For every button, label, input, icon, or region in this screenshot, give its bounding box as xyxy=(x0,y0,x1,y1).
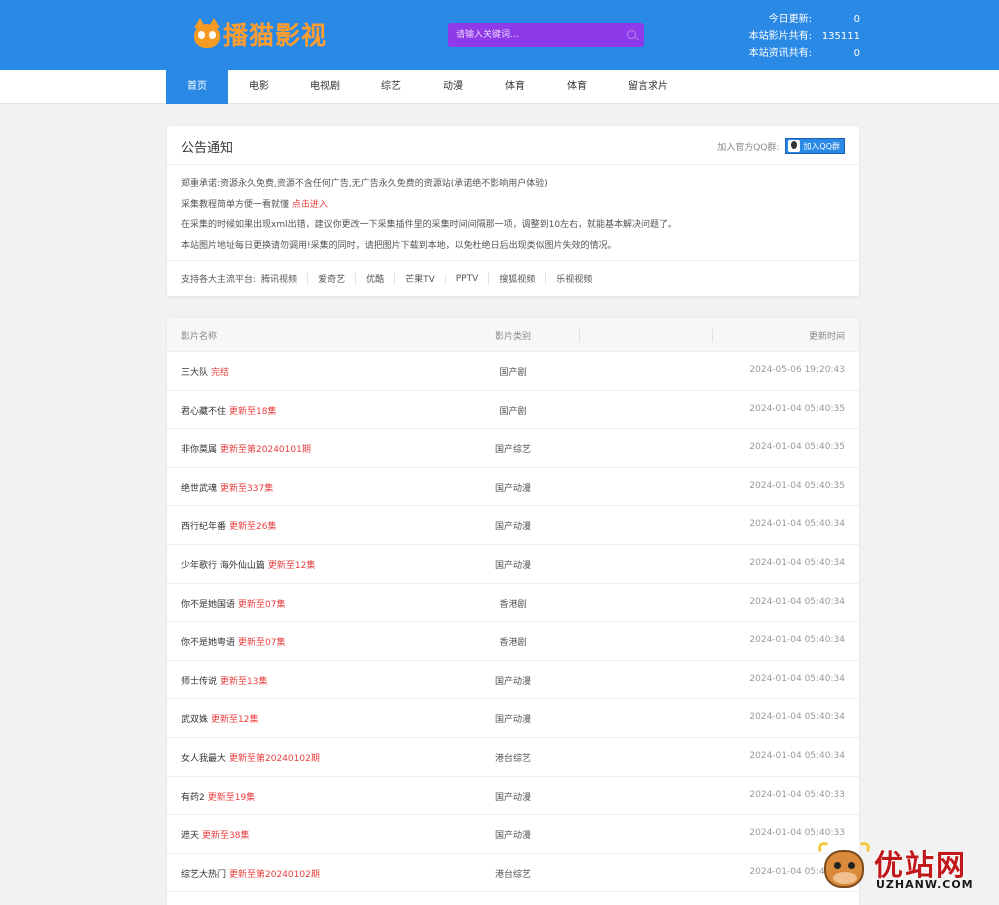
update-time: 2024-01-04 05:40:34 xyxy=(749,673,845,684)
nav-item-sports[interactable]: 体育 xyxy=(484,70,546,104)
notice-line: 采集教程简单方便一看就懂 点击进入 xyxy=(181,195,845,216)
stat-value: 0 xyxy=(853,14,860,25)
update-time: 2024-01-04 05:40:33 xyxy=(749,789,845,800)
column-divider xyxy=(712,327,713,342)
watermark-url: UZHANW.COM xyxy=(876,878,974,891)
site-watermark: 优站网 UZHANW.COM xyxy=(818,840,988,898)
site-logo[interactable]: 播猫影视 xyxy=(193,16,327,52)
stat-total-videos: 本站影片共有: 135111 xyxy=(740,28,860,45)
table-row: 你不是她粤语 更新至07集 香港剧 2024-01-04 05:40:34 xyxy=(167,622,859,661)
platform-tencent: 腾讯视频 xyxy=(261,275,298,285)
table-row: 你不是她国语 更新至07集 香港剧 2024-01-04 05:40:34 xyxy=(167,584,859,623)
column-divider xyxy=(579,327,580,342)
platforms-label: 支持各大主流平台: xyxy=(181,275,257,285)
table-row: 综艺大热门 更新至第20240102期 港台综艺 2024-01-04 05:40:3… xyxy=(167,854,859,893)
platform-sohu: 搜狐视频 xyxy=(488,272,545,285)
search-box xyxy=(448,23,644,47)
update-time: 2024-01-04 05:40:35 xyxy=(749,480,845,491)
update-time: 2024-01-04 05:40:34 xyxy=(749,557,845,568)
stat-label: 本站影片共有: xyxy=(748,31,812,42)
update-time: 2024-05-06 19:20:43 xyxy=(749,365,845,375)
platform-mango: 芒果TV xyxy=(394,272,445,285)
table-row: 师士传说 更新至13集 国产动漫 2024-01-04 05:40:34 xyxy=(167,661,859,700)
table-row: 武双姝 更新至12集 国产动漫 2024-01-04 05:40:34 xyxy=(167,699,859,738)
site-header: 播猫影视 今日更新: 0 本站影片共有: 135111 本站资讯共有: 0 xyxy=(0,0,999,70)
stat-value: 135111 xyxy=(821,31,860,42)
table-row: 有药2 更新至19集 国产动漫 2024-01-04 05:40:33 xyxy=(167,777,859,816)
ox-mascot-icon xyxy=(818,842,870,892)
logo-text: 播猫影视 xyxy=(223,21,328,50)
tutorial-link[interactable]: 点击进入 xyxy=(292,200,328,210)
nav-item-movies[interactable]: 电影 xyxy=(228,70,290,104)
cat-mascot-icon xyxy=(193,18,221,50)
nav-item-anime[interactable]: 动漫 xyxy=(422,70,484,104)
platforms-bar: 支持各大主流平台: 腾讯视频 爱奇艺 优酷 芒果TV PPTV 搜狐视频 乐视视… xyxy=(167,260,859,296)
platform-iqiyi: 爱奇艺 xyxy=(307,272,355,285)
join-qq-label: 加入QQ群 xyxy=(803,141,840,151)
update-time: 2024-01-04 05:40:35 xyxy=(749,403,845,414)
platform-youku: 优酷 xyxy=(355,272,394,285)
col-time-header: 更新时间 xyxy=(808,332,845,342)
update-time: 2024-01-04 05:40:34 xyxy=(749,635,845,646)
stat-label: 本站资讯共有: xyxy=(748,48,812,59)
notice-panel: 公告通知 加入官方QQ群: 加入QQ群 郑重承诺:资源永久免费,资源不含任何广告… xyxy=(167,126,859,296)
notice-line-text: 采集教程简单方便一看就懂 xyxy=(181,199,290,210)
notice-header: 公告通知 加入官方QQ群: 加入QQ群 xyxy=(167,126,859,165)
notice-line: 在采集的时候如果出现xml出错，建议你更改一下采集插件里的采集时间间隔那一项，调… xyxy=(181,220,678,230)
update-time: 2024-01-04 05:40:34 xyxy=(749,596,845,607)
stat-label: 今日更新: xyxy=(768,14,812,25)
table-row: 君心藏不住 更新至18集 国产剧 2024-01-04 05:40:35 xyxy=(167,391,859,430)
notice-line: 本站图片地址每日更换请勿调用!采集的同时，请把图片下载到本地，以免杜绝日后出现类… xyxy=(181,240,617,251)
qq-icon xyxy=(788,140,801,152)
nav-item-home[interactable]: 首页 xyxy=(166,70,228,104)
update-time: 2024-01-04 05:40:35 xyxy=(749,442,845,453)
nav-item-tv-series[interactable]: 电视剧 xyxy=(290,70,360,104)
notice-title: 公告通知 xyxy=(181,141,234,156)
nav-item-request[interactable]: 留言求片 xyxy=(608,70,688,104)
update-time: 2024-01-04 05:40:33 xyxy=(749,828,845,839)
nav-item-variety[interactable]: 综艺 xyxy=(360,70,422,104)
table-row: 三大队 完结 国产剧 2024-05-06 19:20:43 xyxy=(167,352,859,391)
update-time: 2024-01-04 05:40:34 xyxy=(749,519,845,530)
video-list: 影片名称 影片类别 更新时间 三大队 完结 国产剧 2024-05-06 19:20:… xyxy=(167,318,859,905)
col-category-header: 影片类别 xyxy=(494,332,531,342)
update-time: 2024-01-04 05:40:34 xyxy=(749,750,845,761)
stat-today-updates: 今日更新: 0 xyxy=(740,11,860,28)
notice-body: 郑重承诺:资源永久免费,资源不含任何广告,无广告永久免费的资源站(承诺绝不影响用… xyxy=(167,165,859,256)
site-stats: 今日更新: 0 本站影片共有: 135111 本站资讯共有: 0 xyxy=(740,11,860,62)
table-row: 少年歌行 海外仙山篇 更新至12集 国产动漫 2024-01-04 05:40:34 xyxy=(167,545,859,584)
platform-pptv: PPTV xyxy=(444,273,489,284)
platform-letv: 乐视视频 xyxy=(545,272,602,285)
table-row: 绝世武魂 更新至337集 国产动漫 2024-01-04 05:40:35 xyxy=(167,468,859,507)
nav-item-sports-2[interactable]: 体育 xyxy=(546,70,608,104)
update-time: 2024-01-04 05:40:34 xyxy=(749,712,845,723)
qq-group: 加入官方QQ群: 加入QQ群 xyxy=(717,138,845,154)
stat-value: 0 xyxy=(853,48,860,59)
table-row: 西行纪年番 更新至26集 国产动漫 2024-01-04 05:40:34 xyxy=(167,506,859,545)
qq-label: 加入官方QQ群: xyxy=(717,142,780,153)
table-row: 女人我最大 更新至第20240102期 港台综艺 2024-01-04 05:40:3… xyxy=(167,738,859,777)
search-input[interactable] xyxy=(448,23,618,47)
join-qq-button[interactable]: 加入QQ群 xyxy=(785,138,845,154)
table-row: 非你莫属 更新至第20240101期 国产综艺 2024-01-04 05:40:35 xyxy=(167,429,859,468)
main-nav: 首页 电影 电视剧 综艺 动漫 体育 体育 留言求片 xyxy=(0,70,999,104)
table-row: 遮天 更新至38集 国产动漫 2024-01-04 05:40:33 xyxy=(167,815,859,854)
table-header: 影片名称 影片类别 更新时间 xyxy=(167,318,859,352)
search-icon[interactable] xyxy=(627,30,636,39)
notice-line: 郑重承诺:资源永久免费,资源不含任何广告,无广告永久免费的资源站(承诺绝不影响用… xyxy=(181,179,548,189)
stat-total-news: 本站资讯共有: 0 xyxy=(740,45,860,62)
